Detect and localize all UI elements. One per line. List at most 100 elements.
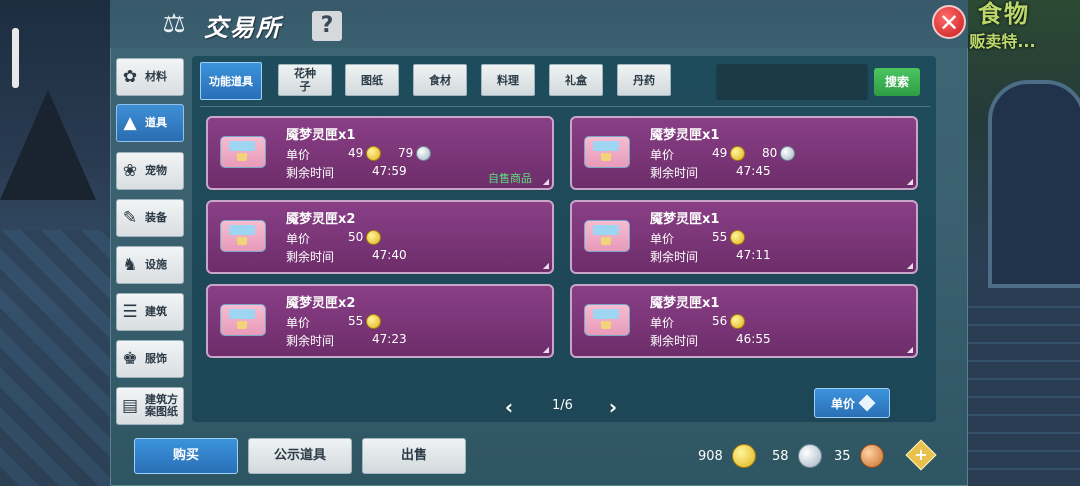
- sidebar-item-props[interactable]: ▲ 道具: [116, 104, 184, 142]
- background-right: 食物 (贩卖特...: [962, 0, 1080, 486]
- sidebar-item-clothing[interactable]: ♚ 服饰: [116, 340, 184, 378]
- gold-coin-icon: [730, 146, 746, 161]
- unit-price-label: 单价: [650, 148, 675, 162]
- listing-card[interactable]: 魇梦灵匣x1 单价 56 剩余时间 46:55 ◢: [570, 284, 918, 358]
- price-silver: 80: [762, 146, 796, 161]
- listing-card[interactable]: 魇梦灵匣x1 单价 49 80 剩余时间 47:45 ◢: [570, 116, 918, 190]
- corner-mark-icon: ◢: [542, 261, 549, 270]
- search-input[interactable]: [716, 64, 868, 100]
- unit-price-label: 单价: [286, 148, 311, 162]
- item-thumbnail: [582, 210, 632, 260]
- search-button[interactable]: 搜索: [874, 68, 920, 96]
- sort-direction-icon: [858, 394, 876, 412]
- time-left-value: 47:23: [372, 332, 407, 346]
- building-icon: ☰: [122, 302, 138, 322]
- time-left-value: 47:11: [736, 248, 771, 262]
- gold-coin-icon: [366, 230, 382, 245]
- scales-icon: ⚖: [162, 9, 186, 39]
- building-silhouette: [0, 90, 96, 200]
- item-thumbnail: [218, 210, 268, 260]
- silver-amount: 58: [772, 448, 789, 464]
- unit-price-label: 单价: [650, 232, 675, 246]
- add-currency-button[interactable]: +: [905, 439, 937, 471]
- shop-sign-title: 食物: [978, 0, 1030, 28]
- item-name: 魇梦灵匣x2: [286, 212, 356, 227]
- window-title: 交易所: [204, 14, 282, 42]
- help-button[interactable]: ?: [312, 11, 342, 41]
- item-thumbnail: [582, 126, 632, 176]
- chest-icon: [220, 136, 266, 168]
- sidebar-item-materials[interactable]: ✿ 材料: [116, 58, 184, 96]
- prev-page-button[interactable]: ‹: [502, 396, 516, 418]
- tab-cooking[interactable]: 料理: [481, 64, 535, 96]
- bronze-coin-icon: [859, 444, 884, 468]
- listing-card[interactable]: 魇梦灵匣x2 单价 50 剩余时间 47:40 ◢: [206, 200, 554, 274]
- shop-sign-subtitle: (贩卖特...: [962, 32, 1036, 51]
- time-left-label: 剩余时间: [286, 334, 335, 348]
- tab-gift-boxes[interactable]: 礼盒: [549, 64, 603, 96]
- sidebar-item-blueprints[interactable]: ▤ 建筑方案图纸: [116, 387, 184, 425]
- item-name: 魇梦灵匣x2: [286, 296, 356, 311]
- unit-price-label: 单价: [286, 232, 311, 246]
- listing-card[interactable]: 魇梦灵匣x1 单价 49 79 剩余时间 47:59 自售商品 ◢: [206, 116, 554, 190]
- corner-mark-icon: ◢: [906, 345, 913, 354]
- title-bar: ⚖ 交易所 ? ✕: [110, 0, 968, 48]
- tab-functional-props[interactable]: 功能道具: [200, 62, 262, 100]
- floor-tiles: [0, 230, 112, 486]
- tab-elixirs[interactable]: 丹药: [617, 64, 671, 96]
- item-thumbnail: [582, 294, 632, 344]
- bottom-bar: 购买 公示道具 出售 908 58 35 +: [110, 430, 968, 486]
- gold-amount: 908: [698, 448, 723, 464]
- item-name: 魇梦灵匣x1: [650, 212, 720, 227]
- tab-ingredients[interactable]: 食材: [413, 64, 467, 96]
- close-button[interactable]: ✕: [932, 5, 966, 39]
- tab-flower-seeds[interactable]: 花种子: [278, 64, 332, 96]
- sidebar-item-label: 建筑方案图纸: [145, 393, 178, 418]
- sidebar-item-label: 宠物: [145, 164, 167, 177]
- chest-icon: [220, 304, 266, 336]
- page-indicator: 1/6: [552, 398, 573, 413]
- item-name: 魇梦灵匣x1: [650, 128, 720, 143]
- listing-card[interactable]: 魇梦灵匣x2 单价 55 剩余时间 47:23 ◢: [206, 284, 554, 358]
- showcase-items-button[interactable]: 公示道具: [248, 438, 352, 474]
- sidebar-item-facilities[interactable]: ♞ 设施: [116, 246, 184, 284]
- chest-icon: [584, 220, 630, 252]
- chest-icon: [220, 220, 266, 252]
- sort-label: 单价: [830, 396, 855, 411]
- time-left-value: 47:59: [372, 164, 407, 178]
- sidebar-item-label: 服饰: [145, 352, 167, 365]
- clothing-icon: ♚: [122, 349, 138, 369]
- sidebar-item-equipment[interactable]: ✎ 装备: [116, 199, 184, 237]
- time-left-value: 47:45: [736, 164, 771, 178]
- bronze-amount: 35: [834, 448, 851, 464]
- unit-price-label: 单价: [650, 316, 675, 330]
- buy-button[interactable]: 购买: [134, 438, 238, 474]
- item-name: 魇梦灵匣x1: [286, 128, 356, 143]
- price-gold: 50: [348, 230, 382, 245]
- sidebar-item-label: 设施: [145, 258, 167, 271]
- gold-coin-icon: [366, 314, 382, 329]
- sort-by-price-button[interactable]: 单价: [814, 388, 890, 418]
- price-gold: 49: [712, 146, 746, 161]
- gold-coin-icon: [730, 230, 746, 245]
- materials-icon: ✿: [122, 67, 138, 87]
- corner-mark-icon: ◢: [542, 345, 549, 354]
- divider: [200, 106, 930, 107]
- listing-card[interactable]: 魇梦灵匣x1 单价 55 剩余时间 47:11 ◢: [570, 200, 918, 274]
- sidebar-item-label: 材料: [145, 70, 167, 83]
- horse-icon: ♞: [122, 255, 138, 275]
- tab-blueprints[interactable]: 图纸: [345, 64, 399, 96]
- price-gold: 56: [712, 314, 746, 329]
- sidebar-item-label: 建筑: [145, 305, 167, 318]
- sidebar-item-buildings[interactable]: ☰ 建筑: [116, 293, 184, 331]
- exchange-window: ⚖ 交易所 ? ✕ ✿ 材料 ▲ 道具 ❀ 宠物 ✎ 装备 ♞ 设施 ☰ 建筑: [110, 0, 968, 486]
- background-left: [0, 0, 112, 486]
- next-page-button[interactable]: ›: [606, 396, 620, 418]
- item-thumbnail: [218, 294, 268, 344]
- sidebar-item-label: 道具: [145, 116, 167, 129]
- time-left-label: 剩余时间: [650, 250, 699, 264]
- bronze-balance: 35: [834, 444, 884, 468]
- sell-button[interactable]: 出售: [362, 438, 466, 474]
- price-gold-value: 49: [712, 146, 728, 160]
- sidebar-item-pets[interactable]: ❀ 宠物: [116, 152, 184, 190]
